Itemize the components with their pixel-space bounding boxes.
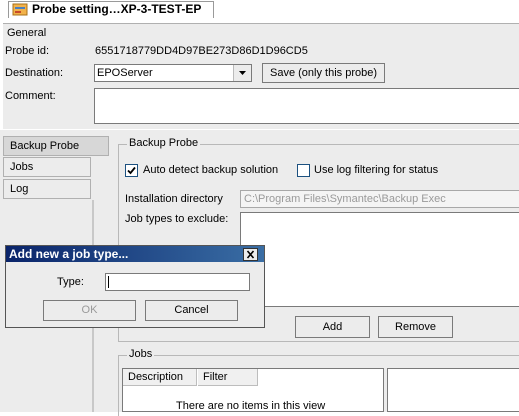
destination-label: Destination:	[5, 67, 64, 79]
install-dir-field[interactable]: C:\Program Files\Symantec\Backup Exec	[240, 190, 519, 208]
log-filter-checkbox[interactable]	[297, 164, 310, 177]
log-filter-label[interactable]: Use log filtering for status	[314, 164, 438, 176]
comment-label: Comment:	[5, 90, 56, 102]
jobs-legend: Jobs	[127, 348, 155, 360]
tab-jobs[interactable]: Jobs	[3, 157, 91, 177]
exclude-list[interactable]	[240, 212, 519, 307]
install-dir-label: Installation directory	[125, 193, 223, 205]
comment-field[interactable]	[94, 88, 519, 124]
destination-value: EPOServer	[97, 67, 153, 79]
destination-select[interactable]: EPOServer	[94, 64, 252, 82]
type-input[interactable]	[105, 273, 250, 291]
auto-detect-label[interactable]: Auto detect backup solution	[143, 164, 278, 176]
type-label: Type:	[57, 276, 84, 288]
add-button[interactable]: Add	[295, 316, 370, 338]
general-legend: General	[5, 27, 49, 39]
save-button[interactable]: Save (only this probe)	[262, 63, 385, 83]
tab-backup-probe[interactable]: Backup Probe	[3, 136, 109, 156]
tab-log[interactable]: Log	[3, 179, 91, 199]
backup-probe-legend: Backup Probe	[127, 137, 201, 149]
window-title: Probe setting…XP-3-TEST-EP	[32, 2, 202, 16]
probe-id-label: Probe id:	[5, 45, 50, 57]
column-header-filter[interactable]: Filter	[198, 369, 258, 386]
checkmark-icon	[127, 166, 136, 175]
auto-detect-checkbox[interactable]	[125, 164, 138, 177]
probe-id-value: 6551718779DD4D97BE273D86D1D96CD5	[95, 45, 308, 57]
jobs-empty-text: There are no items in this view	[176, 400, 326, 412]
dialog-title: Add new a job type...	[9, 247, 129, 261]
close-icon	[246, 250, 255, 259]
ok-button[interactable]: OK	[43, 300, 136, 321]
cancel-button[interactable]: Cancel	[145, 300, 238, 321]
jobs-detail-box	[387, 368, 519, 412]
probe-settings-icon	[12, 3, 28, 16]
close-button[interactable]	[243, 248, 258, 261]
exclude-label: Job types to exclude:	[125, 213, 229, 225]
text-caret	[108, 276, 109, 288]
dropdown-arrow-icon[interactable]	[233, 65, 251, 81]
column-header-description[interactable]: Description	[123, 369, 197, 386]
remove-button[interactable]: Remove	[378, 316, 453, 338]
